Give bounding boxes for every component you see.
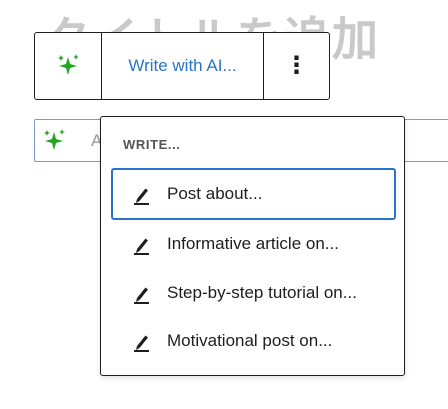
menu-item-label: Motivational post on... [167, 331, 333, 350]
write-with-ai-label: Write with AI... [128, 56, 237, 75]
menu-item-label: Step-by-step tutorial on... [167, 283, 357, 302]
more-options-button[interactable]: ⋮ [264, 33, 329, 99]
block-toolbar: Write with AI... ⋮ [34, 32, 330, 100]
sparkles-icon [44, 129, 65, 150]
write-with-ai-button[interactable]: Write with AI... [102, 33, 264, 99]
menu-item-step-by-step-tutorial[interactable]: Step-by-step tutorial on... [111, 267, 396, 319]
menu-item-motivational-post[interactable]: Motivational post on... [111, 315, 396, 367]
sparkles-icon [58, 54, 79, 75]
pencil-icon [134, 287, 149, 304]
write-menu: WRITE... Post about... Informative artic… [100, 116, 405, 376]
more-vertical-icon: ⋮ [284, 52, 309, 79]
pencil-icon [134, 188, 149, 205]
pencil-icon [134, 238, 149, 255]
pencil-icon [134, 335, 149, 352]
menu-item-informative-article[interactable]: Informative article on... [111, 218, 396, 270]
menu-item-label: Informative article on... [167, 234, 339, 253]
menu-item-post-about[interactable]: Post about... [111, 168, 396, 220]
menu-heading: WRITE... [123, 137, 181, 152]
menu-item-label: Post about... [167, 184, 263, 203]
ai-block-icon-button[interactable] [35, 33, 102, 99]
